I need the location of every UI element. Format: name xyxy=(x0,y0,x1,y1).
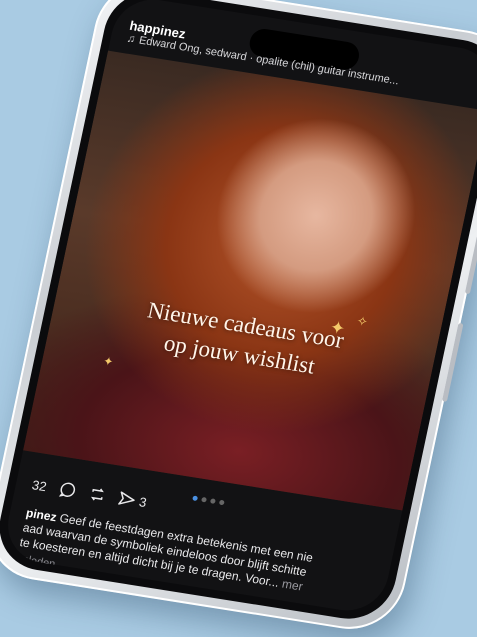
repost-icon xyxy=(91,488,105,501)
comment-icon xyxy=(59,482,76,498)
share-button[interactable]: 3 xyxy=(118,490,148,510)
like-count: 32 xyxy=(30,476,49,494)
carousel-dot xyxy=(218,499,225,506)
comment-button[interactable] xyxy=(59,481,78,499)
phone-mockup: happinez ♫ Edward Ong, sedward · opalite… xyxy=(0,0,477,637)
more-link[interactable]: mer xyxy=(281,577,304,594)
carousel-dot xyxy=(192,495,199,502)
sparkle-icon: ✦ xyxy=(101,353,115,370)
share-icon xyxy=(118,491,136,505)
stage: happinez ♫ Edward Ong, sedward · opalite… xyxy=(0,0,477,637)
music-note-icon: ♫ xyxy=(125,32,137,46)
overlay-text: Nieuwe cadeaus voor op jouw wishlist xyxy=(86,287,399,393)
carousel-dot xyxy=(209,498,216,504)
repost-button[interactable] xyxy=(88,485,107,503)
share-count: 3 xyxy=(137,493,149,510)
carousel-dot xyxy=(201,496,208,503)
